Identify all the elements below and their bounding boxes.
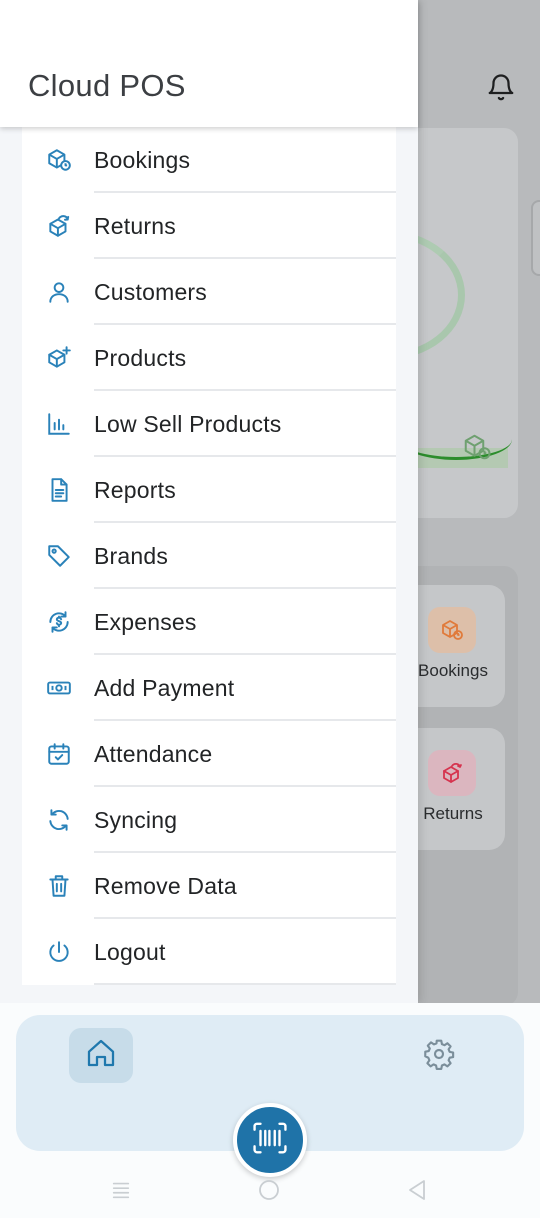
menu-item-bookings[interactable]: Bookings — [22, 127, 396, 193]
recent-apps-icon[interactable] — [108, 1178, 134, 1202]
dollar-cycle-icon — [45, 608, 73, 636]
menu-item-low-sell-products[interactable]: Low Sell Products — [22, 391, 396, 457]
menu-item-logout[interactable]: Logout — [22, 919, 396, 985]
document-icon — [45, 476, 73, 504]
menu-item-reports[interactable]: Reports — [22, 457, 396, 523]
menu-item-label: Brands — [94, 542, 169, 569]
barcode-scan-button[interactable] — [233, 1103, 307, 1177]
banknote-icon — [45, 674, 73, 702]
menu-item-brands[interactable]: Brands — [22, 523, 396, 589]
box-return-icon — [428, 750, 476, 796]
settings-nav-button[interactable] — [420, 1037, 458, 1075]
menu-item-expenses[interactable]: Expenses — [22, 589, 396, 655]
menu-item-customers[interactable]: Customers — [22, 259, 396, 325]
drawer-menu: Bookings Returns Customers Products Low — [22, 127, 396, 985]
menu-item-label: Bookings — [94, 146, 191, 173]
box-clock-icon — [428, 607, 476, 653]
menu-item-label: Low Sell Products — [94, 410, 282, 437]
user-icon — [45, 278, 73, 306]
menu-item-label: Customers — [94, 278, 207, 305]
barcode-icon — [251, 1119, 289, 1162]
box-plus-icon — [45, 344, 73, 372]
navigation-drawer: Cloud POS Bookings Returns Customers Pro… — [0, 0, 418, 1003]
menu-item-label: Logout — [94, 938, 166, 965]
menu-item-label: Add Payment — [94, 674, 235, 701]
notification-bell-icon[interactable] — [486, 72, 516, 104]
menu-item-add-payment[interactable]: Add Payment — [22, 655, 396, 721]
menu-item-remove-data[interactable]: Remove Data — [22, 853, 396, 919]
tag-icon — [45, 542, 73, 570]
menu-item-label: Syncing — [94, 806, 178, 833]
box-clock-icon — [462, 432, 492, 462]
box-return-icon — [45, 212, 73, 240]
menu-item-returns[interactable]: Returns — [22, 193, 396, 259]
app-title: Cloud POS — [28, 68, 186, 103]
menu-item-attendance[interactable]: Attendance — [22, 721, 396, 787]
side-drawer-handle[interactable] — [531, 200, 540, 276]
trash-icon — [45, 872, 73, 900]
system-home-icon[interactable] — [256, 1178, 282, 1202]
menu-item-label: Products — [94, 344, 187, 371]
menu-item-label: Expenses — [94, 608, 197, 635]
menu-item-syncing[interactable]: Syncing — [22, 787, 396, 853]
back-icon[interactable] — [404, 1178, 430, 1202]
box-clock-icon — [45, 146, 73, 174]
menu-item-label: Reports — [94, 476, 176, 503]
drawer-header: Cloud POS — [0, 0, 418, 127]
home-nav-button[interactable] — [69, 1028, 133, 1083]
menu-item-label: Attendance — [94, 740, 213, 767]
sync-icon — [45, 806, 73, 834]
menu-item-products[interactable]: Products — [22, 325, 396, 391]
menu-item-label: Returns — [94, 212, 176, 239]
gear-icon — [423, 1038, 455, 1075]
home-icon — [85, 1037, 117, 1074]
power-icon — [45, 938, 73, 966]
menu-item-label: Remove Data — [94, 872, 237, 899]
bar-chart-icon — [45, 410, 73, 438]
calendar-check-icon — [45, 740, 73, 768]
